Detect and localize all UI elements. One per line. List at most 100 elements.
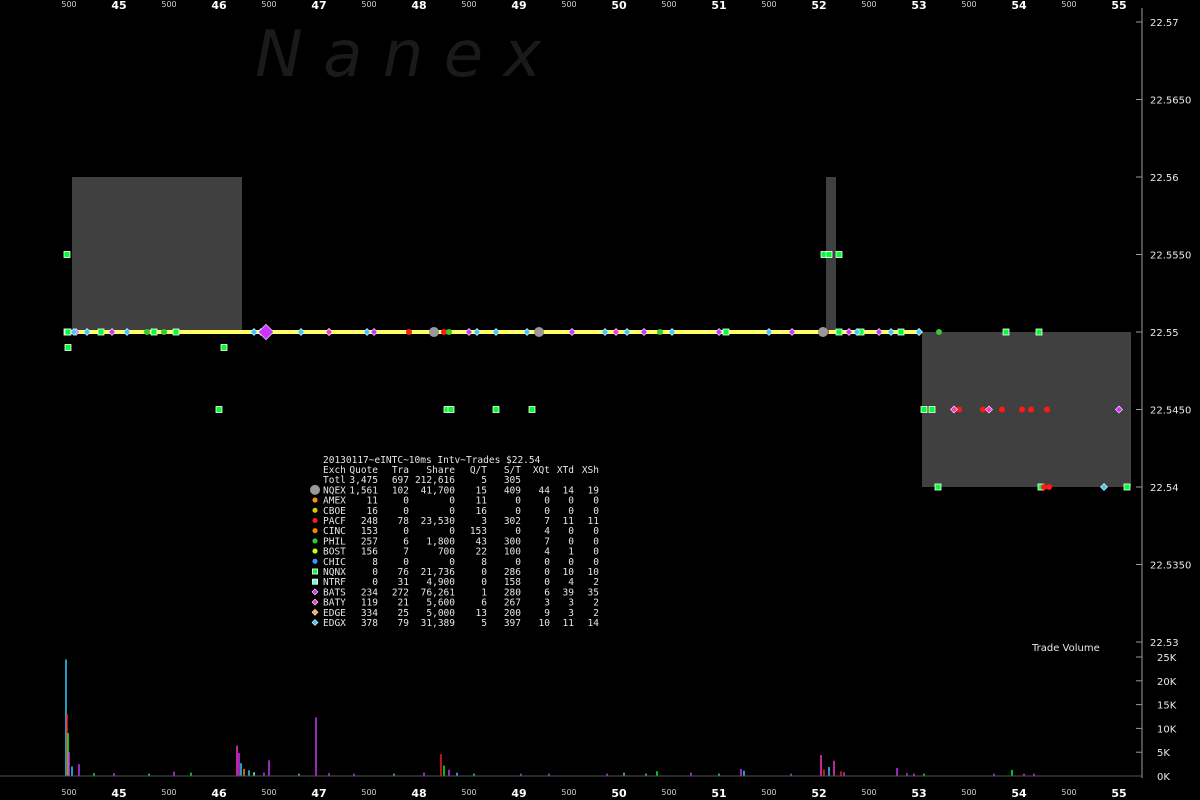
legend-header: XQt (533, 465, 550, 476)
time-tick-label-bottom: 54 (1011, 787, 1027, 800)
trade-point-phil (144, 329, 150, 335)
price-tick-label: 22.57 (1150, 18, 1179, 29)
trade-point-nqnx (934, 483, 942, 491)
time-tick-label-bottom: 49 (511, 787, 526, 800)
time-tick-label-top: 51 (711, 0, 726, 12)
time-minor-label-top: 500 (961, 0, 976, 9)
trade-point-nqnx (920, 406, 928, 413)
time-minor-label-top: 500 (761, 0, 776, 9)
legend-cell: 11 (563, 618, 575, 629)
trade-point-nqnx (835, 328, 843, 336)
legend-marker-phil (312, 538, 318, 544)
trade-point-nqnx (1002, 328, 1010, 336)
price-tick-label: 22.5350 (1150, 561, 1191, 572)
legend-header: XTd (557, 465, 574, 476)
price-tick-label: 22.5450 (1150, 406, 1191, 417)
legend-marker-bost (312, 548, 318, 554)
price-tick-label: 22.5550 (1150, 251, 1191, 262)
trade-point-nqex (818, 327, 828, 337)
time-minor-label-bottom: 500 (461, 788, 476, 797)
time-minor-label-bottom: 500 (61, 788, 76, 797)
trade-point-nqnx (447, 406, 455, 413)
price-tick-label: 22.56 (1150, 173, 1179, 184)
time-tick-label-top: 45 (111, 0, 126, 12)
legend-marker-nqnx (312, 568, 318, 575)
volume-tick-label: 25K (1157, 653, 1177, 664)
trade-point-pacf (1028, 406, 1034, 413)
trade-point-nqnx (150, 328, 158, 336)
time-tick-label-bottom: 55 (1111, 787, 1126, 800)
time-tick-label-bottom: 45 (111, 787, 126, 800)
trade-point-phil (446, 329, 452, 335)
trade-point-nqnx (64, 344, 72, 351)
trade-point-nqex (534, 327, 544, 337)
time-tick-label-top: 47 (311, 0, 326, 12)
nanex-watermark-group: N a n e x (255, 18, 542, 92)
trade-point-nqnx (492, 406, 500, 413)
legend-cell: 31,389 (421, 618, 456, 629)
volume-tick-label: 10K (1157, 724, 1177, 735)
trade-point-nqex (429, 327, 439, 337)
time-minor-label-bottom: 500 (361, 788, 376, 797)
trade-point-nqnx (825, 251, 833, 258)
trade-chart: N a n e x 22.57 22.5650 22.56 22.5550 22.55 2… (0, 0, 1200, 800)
legend-header: XSh (582, 465, 599, 476)
time-minor-label-top: 500 (61, 0, 76, 9)
volume-tick-label: 5K (1157, 748, 1170, 759)
nanex-watermark: N a n e x (255, 18, 542, 92)
time-tick-label-bottom: 50 (611, 787, 627, 800)
time-tick-label-top: 46 (211, 0, 227, 12)
price-tick-label: 22.55 (1150, 328, 1179, 339)
time-minor-label-top: 500 (261, 0, 276, 9)
time-minor-label-bottom: 500 (961, 788, 976, 797)
legend-cell: 79 (398, 618, 410, 629)
trade-point-nqnx (172, 328, 180, 336)
time-minor-label-bottom: 500 (861, 788, 876, 797)
time-minor-label-bottom: 500 (1061, 788, 1076, 797)
trade-point-pacf (1046, 484, 1052, 490)
legend-cell: 14 (588, 618, 600, 629)
legend-marker-cinc (312, 528, 318, 534)
time-minor-label-bottom: 500 (761, 788, 776, 797)
time-tick-label-bottom: 51 (711, 787, 726, 800)
volume-tick-label: 0K (1157, 772, 1170, 783)
legend-cell: EDGX (323, 618, 346, 629)
time-tick-label-bottom: 46 (211, 787, 227, 800)
time-minor-label-top: 500 (461, 0, 476, 9)
time-tick-label-top: 49 (511, 0, 526, 12)
volume-tick-label: 15K (1157, 701, 1177, 712)
price-tick-label: 22.53 (1150, 638, 1179, 649)
trade-point-nqnx (1123, 483, 1131, 491)
trade-point-nqnx (220, 344, 228, 351)
time-tick-label-top: 55 (1111, 0, 1126, 12)
trade-point-pacf (1019, 406, 1025, 413)
price-tick-label: 22.54 (1150, 483, 1179, 494)
time-minor-label-top: 500 (161, 0, 176, 9)
legend-cell: 397 (504, 618, 521, 629)
time-tick-label-bottom: 53 (911, 787, 926, 800)
trade-point-nqnx (722, 328, 730, 336)
time-tick-label-top: 54 (1011, 0, 1027, 12)
trade-point-pacf (406, 329, 412, 335)
trade-point-nqnx (215, 406, 223, 413)
time-tick-label-top: 53 (911, 0, 926, 12)
time-minor-label-top: 500 (661, 0, 676, 9)
trade-point-nqnx (897, 328, 905, 336)
legend-cell: 10 (539, 618, 551, 629)
time-tick-label-bottom: 52 (811, 787, 826, 800)
time-minor-label-bottom: 500 (161, 788, 176, 797)
legend-cell: 378 (361, 618, 378, 629)
trade-point-nqnx (835, 251, 843, 258)
time-minor-label-top: 500 (361, 0, 376, 9)
trade-point-nqnx (97, 328, 105, 336)
time-minor-label-bottom: 500 (261, 788, 276, 797)
time-minor-label-bottom: 500 (661, 788, 676, 797)
trade-point-pacf (1044, 406, 1050, 413)
trade-point-phil (161, 329, 167, 335)
time-tick-label-top: 52 (811, 0, 826, 12)
trade-point-phil (936, 329, 942, 335)
legend-marker-ntrf (312, 578, 318, 585)
spread-band (72, 177, 242, 332)
legend-marker-pacf (312, 517, 318, 524)
time-minor-label-bottom: 500 (561, 788, 576, 797)
